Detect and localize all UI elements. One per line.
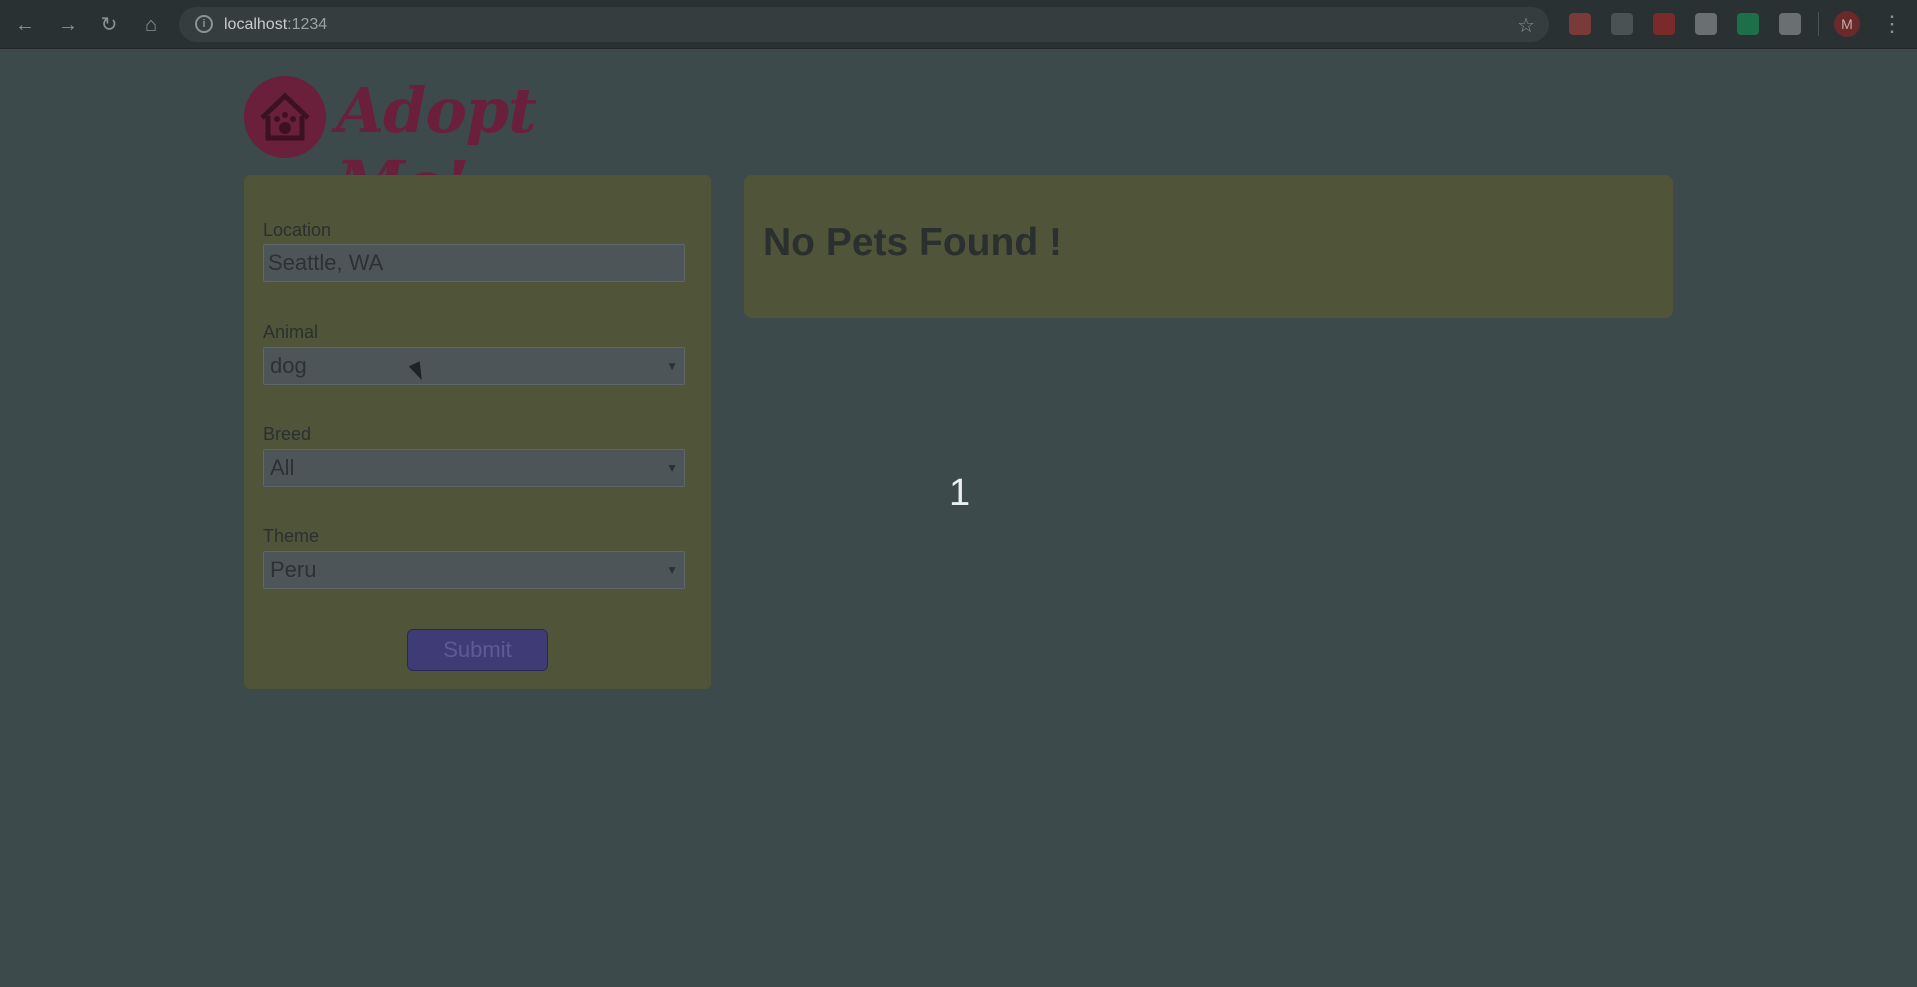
extension-red-icon[interactable] — [1569, 13, 1591, 35]
extension-camera-icon[interactable] — [1779, 13, 1801, 35]
animal-label: Animal — [263, 322, 319, 342]
extension-bug-icon[interactable] — [1653, 13, 1675, 35]
location-input[interactable]: Seattle, WA — [263, 244, 685, 282]
forward-icon[interactable]: → — [55, 12, 81, 38]
location-label: Location — [263, 220, 332, 240]
extension-green-icon[interactable] — [1737, 13, 1759, 35]
toolbar-divider — [1818, 12, 1819, 36]
counter-text: 1 — [949, 472, 971, 514]
search-form: Location Seattle, WA Animal dog ▼ Breed … — [244, 175, 711, 689]
extension-s-icon[interactable] — [1611, 13, 1633, 35]
no-results-heading: No Pets Found ! — [763, 221, 1062, 264]
browser-menu-icon[interactable]: ⋮ — [1881, 11, 1903, 37]
home-icon[interactable]: ⌂ — [138, 12, 164, 38]
animal-value: dog — [270, 353, 307, 378]
url-port: :1234 — [287, 16, 328, 33]
site-info-icon[interactable]: i — [195, 15, 213, 33]
chevron-down-icon: ▼ — [666, 359, 678, 373]
profile-avatar[interactable]: M — [1834, 11, 1860, 37]
location-value: Seattle, WA — [268, 250, 384, 275]
url-text: localhost:1234 — [224, 16, 327, 34]
extension-gray-icon[interactable] — [1695, 13, 1717, 35]
animal-select[interactable]: dog ▼ — [263, 347, 685, 385]
theme-value: Peru — [270, 557, 317, 582]
browser-toolbar: ← → ↻ ⌂ i localhost:1234 ☆ M ⋮ — [0, 0, 1917, 49]
site-logo[interactable]: Adopt Me! — [244, 74, 614, 220]
address-bar[interactable]: i localhost:1234 ☆ — [179, 7, 1549, 42]
theme-label: Theme — [263, 526, 320, 546]
reload-icon[interactable]: ↻ — [96, 12, 122, 38]
house-paw-icon — [244, 76, 326, 158]
chevron-down-icon: ▼ — [666, 461, 678, 475]
submit-button[interactable]: Submit — [407, 629, 548, 671]
chevron-down-icon: ▼ — [666, 563, 678, 577]
back-icon[interactable]: ← — [12, 12, 38, 38]
theme-select[interactable]: Peru ▼ — [263, 551, 685, 589]
results-panel: No Pets Found ! — [744, 175, 1673, 318]
url-host: localhost — [224, 16, 288, 33]
breed-value: All — [270, 455, 295, 480]
breed-select[interactable]: All ▼ — [263, 449, 685, 487]
breed-label: Breed — [263, 424, 312, 444]
bookmark-star-icon[interactable]: ☆ — [1517, 13, 1535, 38]
